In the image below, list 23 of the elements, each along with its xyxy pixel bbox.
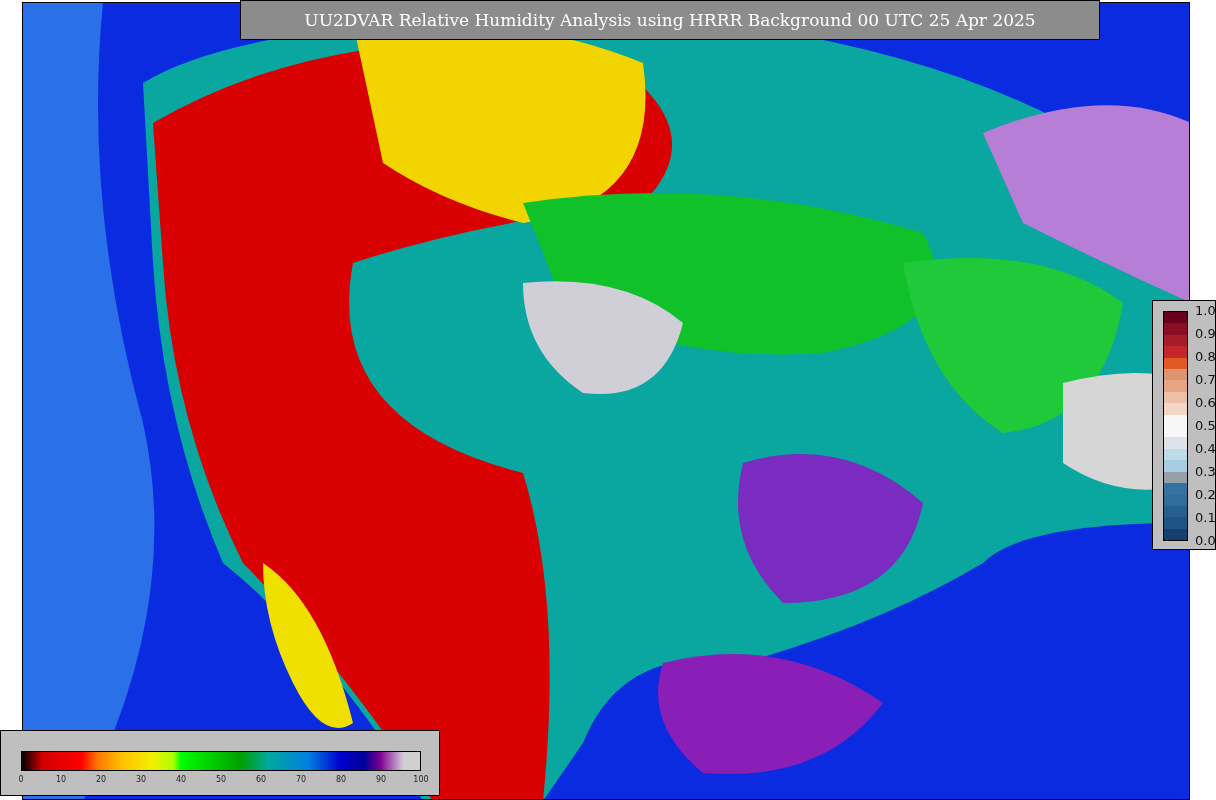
tick-label: 0.8 [1195,350,1216,364]
tick-label: 1.0 [1195,304,1216,318]
tick-label: 90 [375,775,387,785]
tick-label: 0 [18,775,24,785]
tick-label: 0.0 [1195,534,1216,548]
tick-label: 0.1 [1195,511,1216,525]
tick-label: 80 [335,775,347,785]
tick-label: 0.7 [1195,373,1216,387]
tick-label: 60 [255,775,267,785]
map-title: UU2DVAR Relative Humidity Analysis using HRRR Background 00 UTC 25 Apr 2025 [240,0,1100,40]
tick-label: 40 [175,775,187,785]
tick-label: 0.2 [1195,488,1216,502]
tick-label: 100 [413,775,429,785]
tick-label: 10 [55,775,67,785]
tick-label: 50 [215,775,227,785]
tick-label: 0.4 [1195,442,1216,456]
tick-label: 0.3 [1195,465,1216,479]
tick-label: 0.6 [1195,396,1216,410]
tick-label: 70 [295,775,307,785]
tick-label: 0.5 [1195,419,1216,433]
tick-label: 0.9 [1195,327,1216,341]
tick-label: 20 [95,775,107,785]
tick-label: 30 [135,775,147,785]
